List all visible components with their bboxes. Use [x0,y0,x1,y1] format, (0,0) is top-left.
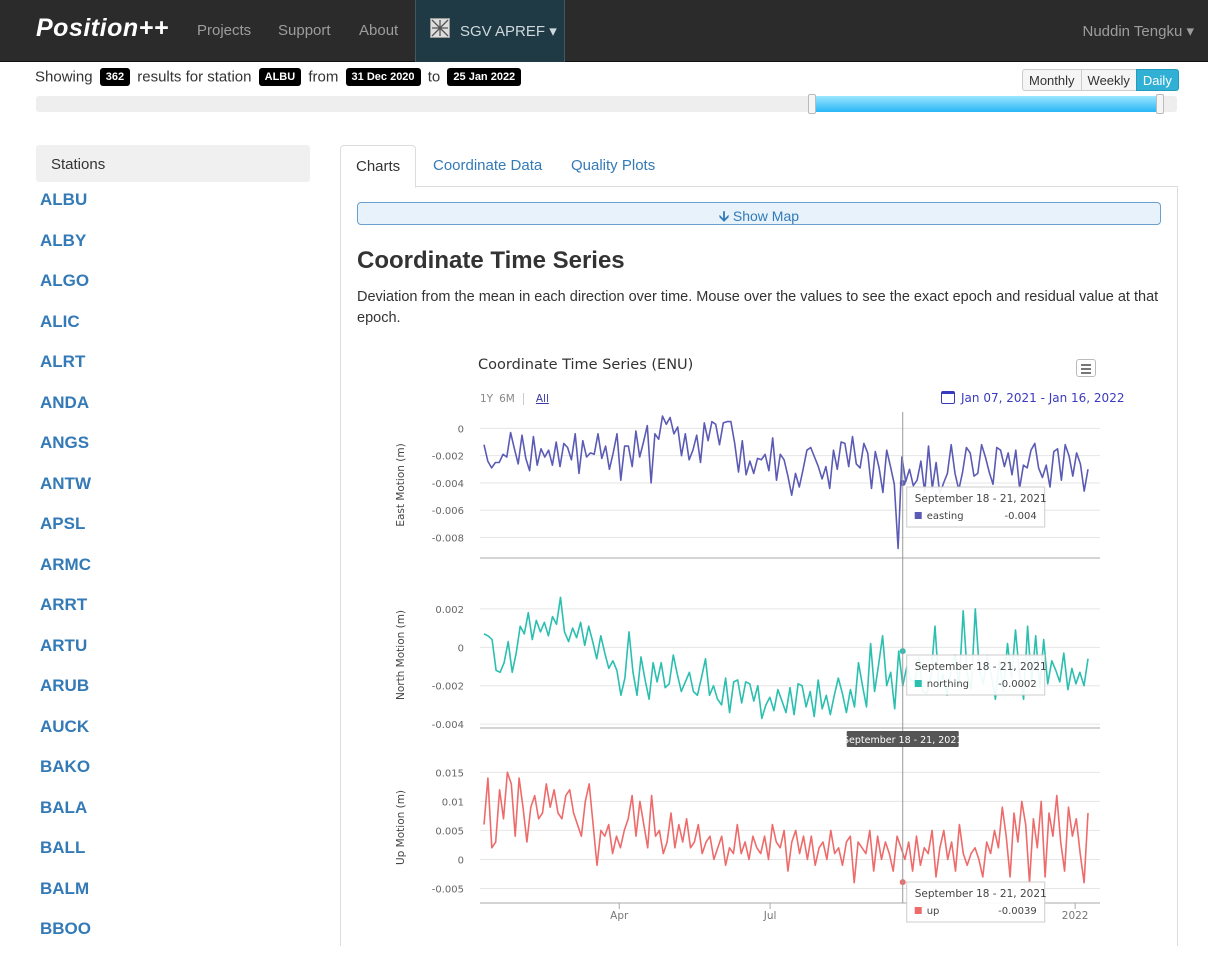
x-tick-label: Jul [763,910,777,922]
tooltip-value: -0.004 [1004,511,1036,522]
tooltip-date: September 18 - 21, 2021 [915,493,1047,505]
y-axis-label: Up Motion (m) [395,790,407,865]
x-tick-label: 2022 [1062,910,1089,922]
y-tick-label: -0.004 [432,720,464,731]
tooltip-series-name: up [927,906,940,917]
tooltip-value: -0.0002 [998,679,1037,690]
tooltip-swatch [914,512,922,519]
y-tick-label: -0.002 [432,682,464,693]
time-series-chart[interactable]: 0 -0.002 -0.004 -0.006 -0.008 East Motion (m)… [0,0,1208,935]
series-line-up [483,771,1089,884]
tooltip-series-name: northing [927,679,969,690]
y-tick-label: 0 [458,855,464,866]
y-tick-label: 0 [458,424,464,435]
series-line-easting [483,415,1089,550]
y-axis-label: North Motion (m) [395,610,407,700]
y-tick-label: -0.006 [432,506,464,517]
tooltip-swatch [914,680,922,687]
x-tick-label: Apr [610,910,629,922]
tooltip-value: -0.0039 [998,906,1037,917]
tooltip-series-name: easting [927,511,964,522]
y-tick-label: 0.01 [442,797,464,808]
tooltip-date: September 18 - 21, 2021 [915,661,1047,673]
y-tick-label: 0 [458,643,464,654]
y-axis-label: East Motion (m) [395,443,407,526]
y-tick-label: 0.015 [435,768,464,779]
y-tick-label: -0.002 [432,452,464,463]
crosshair-label: September 18 - 21, 2021 [843,735,962,746]
y-tick-label: -0.004 [432,479,464,490]
y-tick-label: 0.002 [435,605,464,616]
y-tick-label: -0.008 [432,534,464,545]
y-tick-label: -0.005 [432,884,464,895]
y-tick-label: 0.005 [435,826,464,837]
tooltip-date: September 18 - 21, 2021 [915,888,1047,900]
tooltip-swatch [914,907,922,914]
